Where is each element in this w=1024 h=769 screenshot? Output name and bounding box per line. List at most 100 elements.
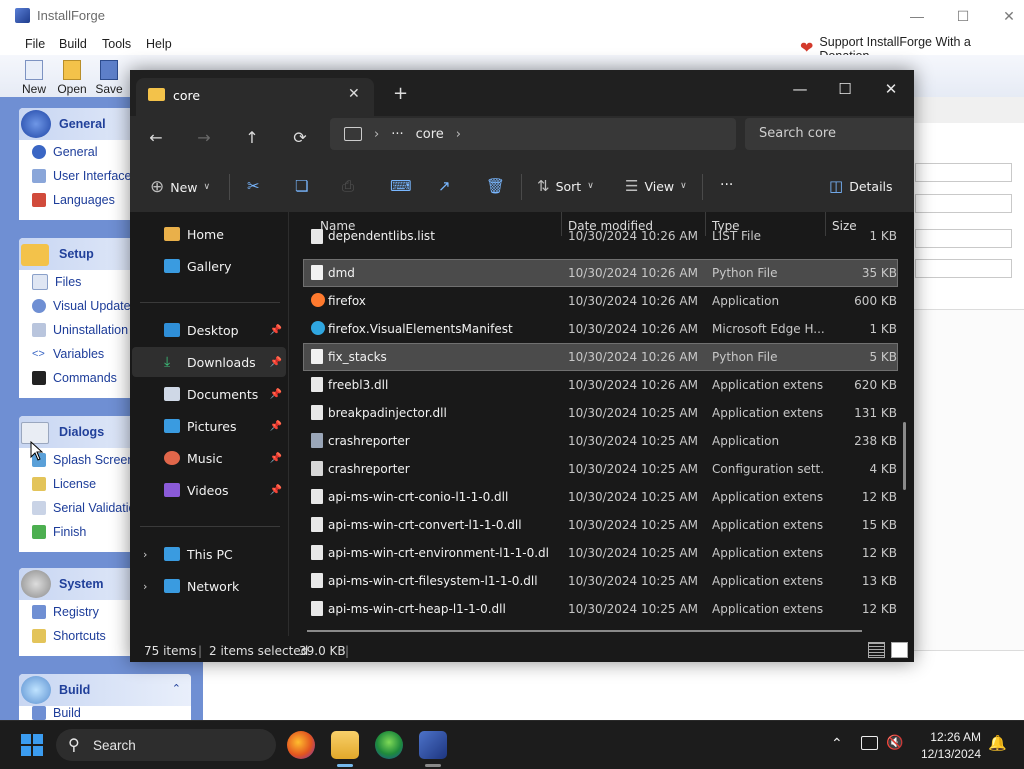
- start-button[interactable]: [21, 734, 43, 756]
- delete-button[interactable]: 🗑: [486, 177, 505, 195]
- pin-icon[interactable]: 📌: [270, 357, 282, 368]
- more-options-button[interactable]: ···: [720, 177, 733, 193]
- minimize-icon[interactable]: —: [780, 76, 820, 102]
- copy-button[interactable]: ❏: [295, 177, 308, 195]
- tiles-view-icon[interactable]: [891, 642, 908, 658]
- pin-icon[interactable]: 📌: [270, 453, 282, 464]
- pin-icon[interactable]: 📌: [270, 485, 282, 496]
- paste-button[interactable]: ⎙: [342, 177, 354, 195]
- file-row[interactable]: crashreporter 10/30/2024 10:25 AM Applicat…: [304, 428, 897, 454]
- nav-network[interactable]: › Network: [132, 571, 286, 601]
- speaker-muted-icon[interactable]: 🔇: [886, 734, 903, 751]
- taskbar-search[interactable]: ⚲ Search: [56, 729, 276, 761]
- taskbar: ⚲ Search ⌃ 🔇 12:26 AM 12/13/2024 🔔: [0, 720, 1024, 769]
- nav-label: Documents: [187, 386, 259, 402]
- home-icon: [164, 227, 180, 241]
- nav-pictures[interactable]: Pictures 📌: [132, 411, 286, 441]
- share-button[interactable]: ↗: [438, 177, 451, 195]
- file-row[interactable]: crashreporter 10/30/2024 10:25 AM Configur…: [304, 456, 897, 482]
- new-button[interactable]: ⊕ New ∨: [150, 177, 210, 197]
- menu-help[interactable]: Help: [146, 37, 172, 51]
- nav-downloads[interactable]: ⤓ Downloads 📌: [132, 347, 286, 377]
- new-tab-icon[interactable]: +: [393, 83, 408, 104]
- close-tab-icon[interactable]: ✕: [348, 86, 360, 102]
- system-clock[interactable]: 12:26 AM 12/13/2024: [918, 730, 981, 761]
- file-row[interactable]: api-ms-win-crt-convert-l1-1-0.dll 10/30/2…: [304, 512, 897, 538]
- file-row[interactable]: freebl3.dll 10/30/2024 10:26 AM Applicatio…: [304, 372, 897, 398]
- sort-button[interactable]: ⇅ Sort ∨: [537, 177, 594, 195]
- notification-bell-icon[interactable]: 🔔: [988, 734, 1007, 752]
- maximize-icon[interactable]: ☐: [951, 6, 975, 26]
- file-row[interactable]: dmd 10/30/2024 10:26 AM Python File 35 KB: [303, 259, 898, 287]
- info-icon: [21, 110, 51, 138]
- search-box[interactable]: Search core: [745, 118, 914, 150]
- nav-documents[interactable]: Documents 📌: [132, 379, 286, 409]
- menu-build[interactable]: Build: [59, 37, 87, 51]
- expand-chevron-icon[interactable]: ›: [143, 548, 147, 561]
- new-project-button[interactable]: New: [17, 58, 51, 96]
- file-explorer-taskbar-icon[interactable]: [331, 731, 359, 759]
- pin-icon[interactable]: 📌: [270, 389, 282, 400]
- vertical-scrollbar[interactable]: [903, 422, 906, 490]
- close-icon[interactable]: ✕: [871, 76, 911, 102]
- nav-home[interactable]: Home: [132, 219, 286, 249]
- installer-taskbar-icon[interactable]: [375, 731, 403, 759]
- file-row[interactable]: api-ms-win-crt-conio-l1-1-0.dll 10/30/202…: [304, 484, 897, 510]
- refresh-icon[interactable]: ⟳: [288, 126, 312, 150]
- open-project-button[interactable]: Open: [55, 58, 89, 96]
- breadcrumb-ellipsis[interactable]: ···: [391, 127, 403, 142]
- tab-core[interactable]: core ✕: [136, 78, 374, 116]
- nav-videos[interactable]: Videos 📌: [132, 475, 286, 505]
- file-row[interactable]: dependentlibs.list 10/30/2024 10:26 AM LIS…: [304, 228, 897, 250]
- details-view-icon[interactable]: [868, 642, 885, 658]
- group-build-header[interactable]: Build ⌃: [19, 674, 191, 706]
- view-button[interactable]: ☰ View ∨: [625, 177, 687, 195]
- nav-this-pc[interactable]: › This PC: [132, 539, 286, 569]
- chevron-up-icon[interactable]: ⌃: [831, 735, 843, 752]
- file-row[interactable]: api-ms-win-crt-filesystem-l1-1-0.dll 10/3…: [304, 568, 897, 594]
- breadcrumb-chevron-icon[interactable]: ›: [456, 127, 461, 142]
- pictures-icon: [164, 419, 180, 433]
- text-field[interactable]: [915, 194, 1012, 213]
- menu-file[interactable]: File: [25, 37, 45, 51]
- details-pane-button[interactable]: ◫ Details: [829, 177, 893, 195]
- address-bar[interactable]: › ··· core ›: [330, 118, 736, 150]
- save-project-button[interactable]: Save: [92, 58, 126, 96]
- file-size: 12 KB: [861, 546, 897, 560]
- up-arrow-icon[interactable]: ↑: [240, 126, 264, 150]
- breadcrumb-core[interactable]: core: [416, 127, 444, 142]
- monitor-network-icon[interactable]: [861, 736, 878, 750]
- pin-icon[interactable]: 📌: [270, 325, 282, 336]
- nav-music[interactable]: Music 📌: [132, 443, 286, 473]
- text-field[interactable]: [915, 229, 1012, 248]
- file-row[interactable]: api-ms-win-crt-heap-l1-1-0.dll 10/30/2024…: [304, 596, 897, 622]
- minimize-icon[interactable]: —: [905, 6, 929, 26]
- file-row[interactable]: breakpadinjector.dll 10/30/2024 10:25 AM A…: [304, 400, 897, 426]
- nav-gallery[interactable]: Gallery: [132, 251, 286, 281]
- cut-button[interactable]: ✂: [247, 177, 260, 195]
- pane-splitter[interactable]: [288, 212, 289, 636]
- maximize-icon[interactable]: ☐: [825, 76, 865, 102]
- forward-arrow-icon[interactable]: →: [192, 126, 216, 150]
- selected-size: 39.0 KB: [299, 644, 346, 658]
- back-arrow-icon[interactable]: ←: [144, 126, 168, 150]
- collapse-chevron-icon[interactable]: ⌃: [172, 682, 181, 695]
- nav-build[interactable]: Build: [19, 706, 191, 720]
- horizontal-scrollbar[interactable]: [307, 630, 862, 632]
- text-field[interactable]: [915, 259, 1012, 278]
- pin-icon[interactable]: 📌: [270, 421, 282, 432]
- menu-tools[interactable]: Tools: [102, 37, 131, 51]
- close-icon[interactable]: ✕: [997, 6, 1021, 26]
- text-field[interactable]: [915, 163, 1012, 182]
- file-row[interactable]: firefox 10/30/2024 10:26 AM Application 600…: [304, 288, 897, 314]
- installforge-taskbar-icon[interactable]: [419, 731, 447, 759]
- nav-label: Commands: [53, 371, 117, 385]
- file-row[interactable]: firefox.VisualElementsManifest 10/30/2024…: [304, 316, 897, 342]
- firefox-taskbar-icon[interactable]: [287, 731, 315, 759]
- expand-chevron-icon[interactable]: ›: [143, 580, 147, 593]
- rename-button[interactable]: ⌨: [390, 177, 412, 195]
- nav-desktop[interactable]: Desktop 📌: [132, 315, 286, 345]
- file-row[interactable]: api-ms-win-crt-environment-l1-1-0.dll 10/…: [304, 540, 897, 566]
- new-file-icon: [25, 60, 43, 80]
- file-row[interactable]: fix_stacks 10/30/2024 10:26 AM Python File…: [303, 343, 898, 371]
